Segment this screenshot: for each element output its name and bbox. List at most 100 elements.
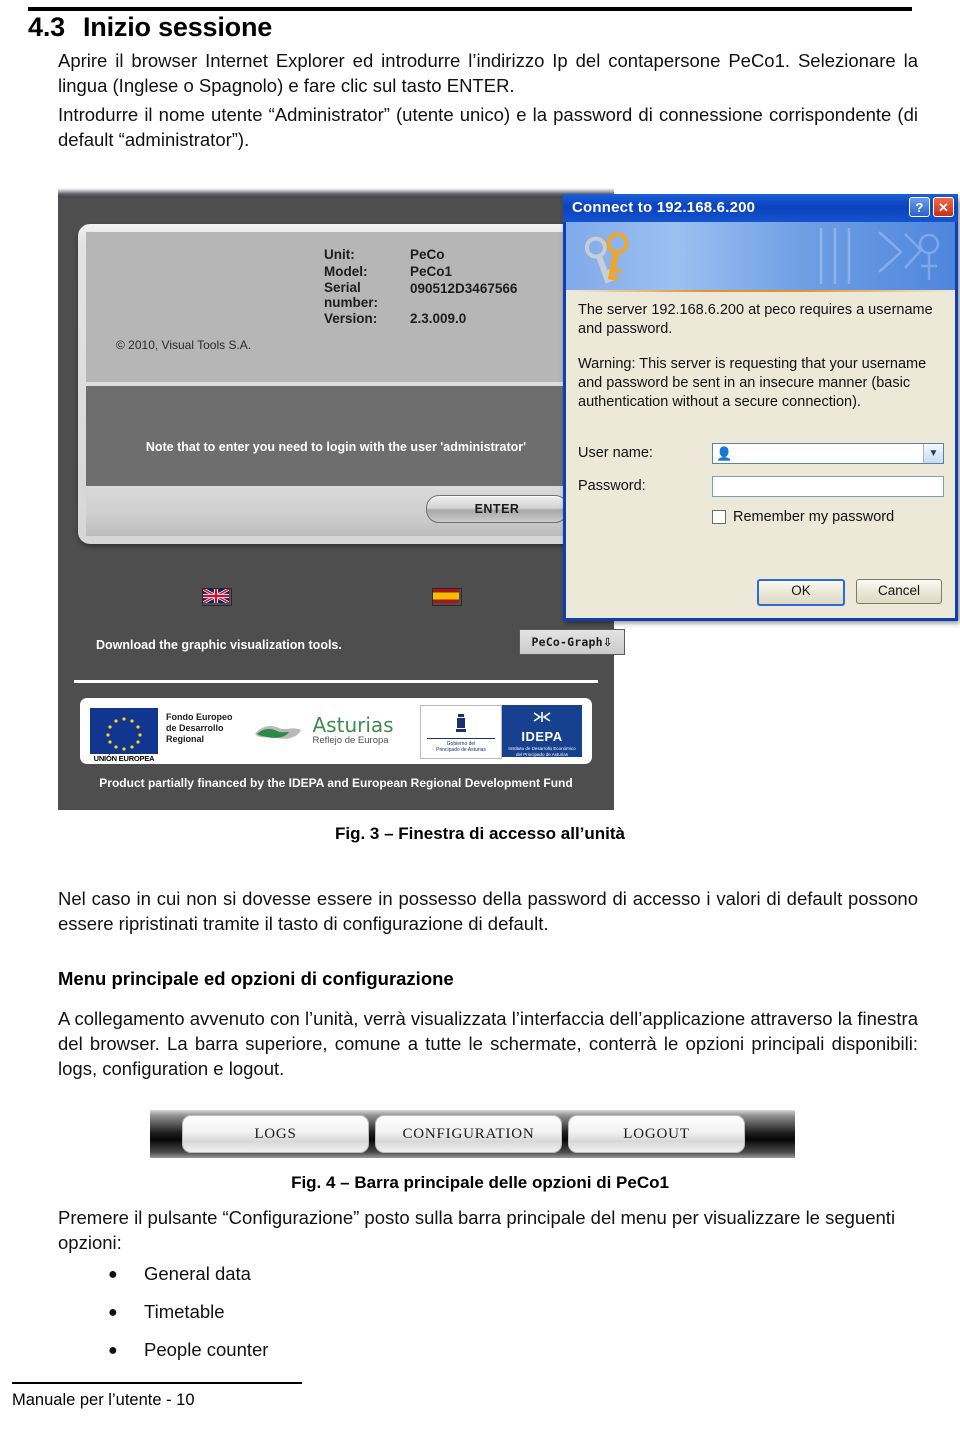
dialog-accent-line — [566, 290, 955, 292]
login-card: Unit: PeCo Model: PeCo1 Serial number: 0… — [78, 224, 594, 544]
footer-rule — [12, 1382, 302, 1384]
browser-chrome-bar — [58, 188, 614, 198]
ok-button[interactable]: OK — [757, 579, 845, 606]
toolbar-button-configuration[interactable]: CONFIGURATION — [375, 1115, 562, 1153]
dialog-action-buttons: OK Cancel — [757, 579, 942, 606]
united-kingdom-flag-icon[interactable] — [202, 588, 232, 606]
dialog-banner — [566, 222, 955, 290]
login-note-panel: Note that to enter you need to login wit… — [86, 386, 586, 486]
sponsor-logo-band: UNIÓN EUROPEA Fondo Europeo de Desarroll… — [80, 698, 592, 764]
figure-4-caption: Fig. 4 – Barra principale delle opzioni … — [291, 1173, 669, 1192]
section-title-text: Inizio sessione — [83, 12, 273, 42]
eu-logo: UNIÓN EUROPEA Fondo Europeo de Desarroll… — [90, 708, 233, 763]
page-footer: Manuale per l’utente - 10 — [12, 1391, 195, 1409]
toolbar-button-logs[interactable]: LOGS — [182, 1115, 369, 1153]
eu-fund-line-2: de Desarrollo — [166, 723, 224, 733]
version-label: Version: — [324, 311, 378, 326]
copyright-text: © 2010, Visual Tools S.A. — [116, 338, 252, 352]
dialog-window-buttons: ? ✕ — [909, 197, 954, 217]
help-icon[interactable]: ? — [909, 197, 930, 217]
username-input[interactable]: 👤 ▼ — [712, 443, 944, 464]
model-value: PeCo1 — [410, 264, 453, 279]
info-row-model: Model: PeCo1 — [324, 263, 517, 280]
app-background: Unit: PeCo Model: PeCo1 Serial number: 0… — [58, 198, 625, 810]
toolbar-button-logout[interactable]: LOGOUT — [568, 1115, 745, 1153]
dialog-message-warning: Warning: This server is requesting that … — [578, 356, 927, 410]
options-list: ● General data ● Timetable ● People counter — [108, 1262, 268, 1376]
enter-button[interactable]: ENTER — [426, 495, 568, 523]
idepa-sub-1: Instituto de Desarrollo Económico — [508, 746, 576, 751]
device-info-panel: Unit: PeCo Model: PeCo1 Serial number: 0… — [86, 232, 586, 382]
paragraph-1: Aprire il browser Internet Explorer ed i… — [58, 50, 918, 96]
remember-password-checkbox[interactable] — [712, 510, 726, 524]
header-rule — [28, 7, 912, 11]
download-arrow-icon: ⇩ — [602, 635, 613, 649]
chevron-down-icon[interactable]: ▼ — [923, 444, 943, 463]
idepa-bird-icon — [533, 712, 551, 722]
peco-graph-download-button[interactable]: PeCo-Graph⇩ — [519, 629, 625, 655]
cancel-button[interactable]: Cancel — [856, 579, 942, 604]
sub-heading: Menu principale ed opzioni di configuraz… — [58, 968, 454, 989]
eu-flag-icon: UNIÓN EUROPEA — [90, 708, 158, 763]
list-item: ● General data — [108, 1262, 268, 1285]
device-info-table: Unit: PeCo Model: PeCo1 Serial number: 0… — [324, 246, 517, 327]
idepa-sub-2: del Principado de Asturias — [515, 751, 569, 757]
info-row-version: Version: 2.3.009.0 — [324, 310, 517, 327]
figure-3-caption: Fig. 3 – Finestra di accesso all’unità — [334, 824, 626, 843]
list-item: ● People counter — [108, 1338, 268, 1361]
dialog-message-primary: The server 192.168.6.200 at peco require… — [578, 302, 933, 337]
fig3-screenshot: Unit: PeCo Model: PeCo1 Serial number: 0… — [58, 188, 625, 810]
password-label: Password: — [578, 478, 646, 494]
asturias-tagline: Reflejo de Europa — [312, 735, 389, 746]
asturias-government-logo: Gobierno del Principado de Asturias — [420, 705, 502, 759]
user-avatar-icon: 👤 — [716, 446, 733, 461]
bullet-icon: ● — [108, 1304, 118, 1321]
username-label: User name: — [578, 445, 653, 461]
asturias-wordmark: Asturias — [312, 713, 394, 737]
dialog-title-text: Connect to 192.168.6.200 — [572, 199, 756, 216]
close-icon[interactable]: ✕ — [933, 197, 954, 217]
remember-password-label: Remember my password — [733, 509, 895, 525]
password-input[interactable] — [712, 476, 944, 497]
section-number: 4.3 — [28, 12, 65, 42]
peco-graph-label: PeCo-Graph — [531, 635, 603, 649]
serial-value: 090512D3467566 — [410, 281, 518, 296]
paragraph-4: A collegamento avvenuto con l’unità, ver… — [58, 1008, 918, 1079]
government-crest-icon — [456, 714, 466, 732]
fig4-toolbar-screenshot: LOGS CONFIGURATION LOGOUT — [150, 1110, 795, 1158]
list-item: ● Timetable — [108, 1300, 268, 1323]
unit-label: Unit: — [324, 247, 355, 262]
version-value: 2.3.009.0 — [410, 311, 467, 326]
page-title: 4.3 Inizio sessione — [28, 12, 908, 43]
login-note-text: Note that to enter you need to login wit… — [145, 440, 527, 454]
eu-caption-text: UNIÓN EUROPEA — [93, 754, 155, 763]
paragraph-2: Introdurre il nome utente “Administrator… — [58, 104, 918, 150]
dialog-title-bar: Connect to 192.168.6.200 ? ✕ — [563, 194, 958, 222]
gov-line-2: Principado de Asturias — [436, 747, 486, 753]
list-item-label: People counter — [144, 1339, 269, 1360]
enter-button-zone: ENTER — [86, 486, 586, 536]
download-tools-text: Download the graphic visualization tools… — [96, 638, 342, 652]
eu-fund-text: Fondo Europeo de Desarrollo Regional — [166, 712, 233, 745]
eu-fund-line-1: Fondo Europeo — [166, 712, 233, 722]
keys-icon — [582, 230, 640, 289]
spain-flag-icon[interactable] — [432, 588, 462, 606]
eu-fund-line-3: Regional — [166, 734, 205, 744]
info-row-serial: Serial number: 090512D3467566 — [324, 280, 517, 310]
unit-value: PeCo — [410, 247, 445, 262]
serial-label: Serial number: — [324, 280, 378, 310]
idepa-logo: IDEPA Instituto de Desarrollo Económico … — [502, 705, 582, 757]
credentials-dialog: Connect to 192.168.6.200 ? ✕ The server … — [563, 194, 958, 621]
paragraph-5: Premere il pulsante “Configurazione” pos… — [58, 1207, 896, 1253]
banner-watermark — [801, 222, 951, 290]
asturias-map-icon — [254, 726, 301, 739]
asturias-logo: Asturias Reflejo de Europa — [251, 715, 394, 747]
paragraph-3: Nel caso in cui non si dovesse essere in… — [58, 888, 918, 934]
bullet-icon: ● — [108, 1266, 118, 1283]
remember-password-row[interactable]: Remember my password — [712, 509, 894, 525]
idepa-wordmark: IDEPA — [521, 729, 563, 744]
model-label: Model: — [324, 264, 368, 279]
list-item-label: General data — [144, 1263, 251, 1284]
bullet-icon: ● — [108, 1342, 118, 1359]
funding-statement: Product partially financed by the IDEPA … — [99, 776, 573, 790]
